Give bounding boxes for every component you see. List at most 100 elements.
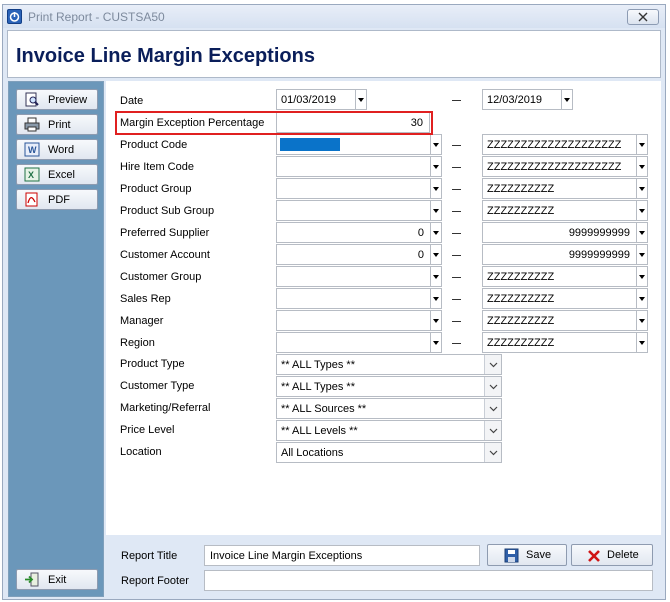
customer-account-label: Customer Account (120, 249, 210, 261)
sales-rep-to-value: ZZZZZZZZZZ (487, 293, 555, 305)
region-from-field[interactable] (276, 332, 431, 353)
chevron-down-icon (484, 377, 501, 396)
report-title-input[interactable]: Invoice Line Margin Exceptions (204, 545, 480, 566)
preview-button[interactable]: Preview (16, 89, 98, 110)
product-group-label: Product Group (120, 183, 192, 195)
exit-label: Exit (48, 574, 67, 586)
word-button[interactable]: W Word (16, 139, 98, 160)
marketing-referral-label: Marketing/Referral (120, 402, 211, 414)
hire-item-code-to-value: ZZZZZZZZZZZZZZZZZZZZ (487, 161, 622, 173)
region-to-field[interactable]: ZZZZZZZZZZ (482, 332, 637, 353)
hire-item-code-to-dropdown[interactable] (636, 156, 648, 177)
customer-account-to-dropdown[interactable] (636, 244, 648, 265)
exit-button[interactable]: Exit (16, 569, 98, 590)
range-dash (452, 211, 461, 212)
report-header: Invoice Line Margin Exceptions (7, 30, 661, 78)
product-sub-group-from-dropdown[interactable] (430, 200, 442, 221)
sales-rep-to-field[interactable]: ZZZZZZZZZZ (482, 288, 637, 309)
report-title-label: Report Title (121, 550, 178, 562)
preferred-supplier-to-dropdown[interactable] (636, 222, 648, 243)
date-to-value: 12/03/2019 (487, 94, 543, 106)
hire-item-code-from-field[interactable] (276, 156, 431, 177)
product-sub-group-from-field[interactable] (276, 200, 431, 221)
chevron-down-icon (484, 355, 501, 374)
product-group-to-field[interactable]: ZZZZZZZZZZ (482, 178, 637, 199)
product-type-select[interactable]: ** ALL Types ** (276, 354, 502, 375)
product-group-from-field[interactable] (276, 178, 431, 199)
report-footer-input[interactable] (204, 570, 653, 591)
manager-to-dropdown[interactable] (636, 310, 648, 331)
date-to-field[interactable]: 12/03/2019 (482, 89, 562, 110)
customer-account-from-field[interactable]: 0 (276, 244, 431, 265)
close-button[interactable] (627, 9, 659, 25)
sales-rep-from-dropdown[interactable] (430, 288, 442, 309)
manager-label: Manager (120, 315, 164, 327)
preview-icon (25, 92, 39, 107)
customer-group-to-dropdown[interactable] (636, 266, 648, 287)
manager-from-field[interactable] (276, 310, 431, 331)
date-from-field[interactable]: 01/03/2019 (276, 89, 356, 110)
excel-button[interactable]: X Excel (16, 164, 98, 185)
product-group-to-dropdown[interactable] (636, 178, 648, 199)
power-icon (7, 9, 22, 24)
product-group-to-value: ZZZZZZZZZZ (487, 183, 555, 195)
sales-rep-from-field[interactable] (276, 288, 431, 309)
date-from-dropdown[interactable] (355, 89, 367, 110)
location-select[interactable]: All Locations (276, 442, 502, 463)
preferred-supplier-to-value: 9999999999 (568, 227, 630, 239)
date-to-dropdown[interactable] (561, 89, 573, 110)
report-title-value: Invoice Line Margin Exceptions (210, 550, 363, 562)
product-code-to-field[interactable]: ZZZZZZZZZZZZZZZZZZZZ (482, 134, 637, 155)
customer-group-from-field[interactable] (276, 266, 431, 287)
pdf-button[interactable]: PDF (16, 189, 98, 210)
region-to-dropdown[interactable] (636, 332, 648, 353)
customer-account-to-value: 9999999999 (568, 249, 630, 261)
product-group-from-dropdown[interactable] (430, 178, 442, 199)
customer-account-from-dropdown[interactable] (430, 244, 442, 265)
delete-label: Delete (607, 549, 639, 561)
preferred-supplier-from-value: 0 (417, 227, 424, 239)
product-sub-group-to-value: ZZZZZZZZZZ (487, 205, 555, 217)
customer-group-to-field[interactable]: ZZZZZZZZZZ (482, 266, 637, 287)
preferred-supplier-from-field[interactable]: 0 (276, 222, 431, 243)
manager-to-field[interactable]: ZZZZZZZZZZ (482, 310, 637, 331)
printer-icon (24, 117, 40, 132)
range-dash (452, 255, 461, 256)
product-code-label: Product Code (120, 139, 188, 151)
range-dash (452, 277, 461, 278)
preview-label: Preview (48, 94, 88, 106)
region-from-dropdown[interactable] (430, 332, 442, 353)
price-level-label: Price Level (120, 424, 175, 436)
excel-label: Excel (48, 169, 75, 181)
preferred-supplier-to-field[interactable]: 9999999999 (482, 222, 637, 243)
hire-item-code-to-field[interactable]: ZZZZZZZZZZZZZZZZZZZZ (482, 156, 637, 177)
marketing-referral-select[interactable]: ** ALL Sources ** (276, 398, 502, 419)
save-button[interactable]: Save (487, 544, 567, 566)
customer-type-value: ** ALL Types ** (281, 381, 355, 393)
range-dash (452, 321, 461, 322)
save-icon (504, 548, 519, 563)
chevron-down-icon (484, 443, 501, 462)
product-code-from-dropdown[interactable] (430, 134, 442, 155)
customer-group-from-dropdown[interactable] (430, 266, 442, 287)
delete-button[interactable]: Delete (571, 544, 653, 566)
hire-item-code-label: Hire Item Code (120, 161, 194, 173)
sales-rep-to-dropdown[interactable] (636, 288, 648, 309)
customer-type-select[interactable]: ** ALL Types ** (276, 376, 502, 397)
pdf-label: PDF (48, 194, 70, 206)
product-code-from-field[interactable] (276, 134, 431, 155)
preferred-supplier-from-dropdown[interactable] (430, 222, 442, 243)
customer-account-to-field[interactable]: 9999999999 (482, 244, 637, 265)
product-sub-group-to-dropdown[interactable] (636, 200, 648, 221)
print-button[interactable]: Print (16, 114, 98, 135)
date-from-value: 01/03/2019 (281, 94, 337, 106)
price-level-select[interactable]: ** ALL Levels ** (276, 420, 502, 441)
product-code-to-dropdown[interactable] (636, 134, 648, 155)
report-heading: Invoice Line Margin Exceptions (16, 45, 315, 67)
location-label: Location (120, 446, 162, 458)
selected-text (280, 138, 340, 151)
report-footer-panel: Report Title Invoice Line Margin Excepti… (106, 536, 661, 597)
hire-item-code-from-dropdown[interactable] (430, 156, 442, 177)
product-sub-group-to-field[interactable]: ZZZZZZZZZZ (482, 200, 637, 221)
manager-from-dropdown[interactable] (430, 310, 442, 331)
